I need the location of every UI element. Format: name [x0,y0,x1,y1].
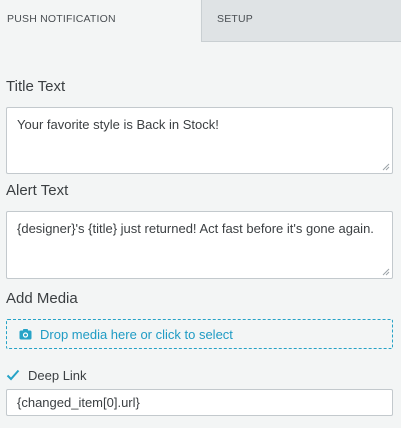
title-text-value: Your favorite style is Back in Stock! [17,117,219,132]
resize-handle-icon[interactable] [382,268,390,276]
deep-link-label: Deep Link [28,367,87,383]
deep-link-value: {changed_item[0].url} [17,395,140,410]
resize-handle-icon[interactable] [382,163,390,171]
alert-text-field[interactable]: {designer}'s {title} just returned! Act … [6,211,393,279]
tab-setup[interactable]: SETUP [201,0,401,42]
tab-bar: PUSH NOTIFICATION SETUP [0,0,401,42]
deep-link-field[interactable]: {changed_item[0].url} [6,389,393,416]
tab-push-notification[interactable]: PUSH NOTIFICATION [0,0,201,42]
alert-text-value: {designer}'s {title} just returned! Act … [17,221,374,236]
dropzone-text: Drop media here or click to select [40,327,233,342]
add-media-label: Add Media [6,290,78,307]
checkmark-icon[interactable] [6,368,20,382]
camera-icon [19,329,32,340]
media-dropzone[interactable]: Drop media here or click to select [6,319,393,349]
alert-text-label: Alert Text [6,182,69,199]
deep-link-toggle[interactable]: Deep Link [6,366,87,384]
title-text-label: Title Text [6,78,66,95]
title-text-field[interactable]: Your favorite style is Back in Stock! [6,107,393,174]
